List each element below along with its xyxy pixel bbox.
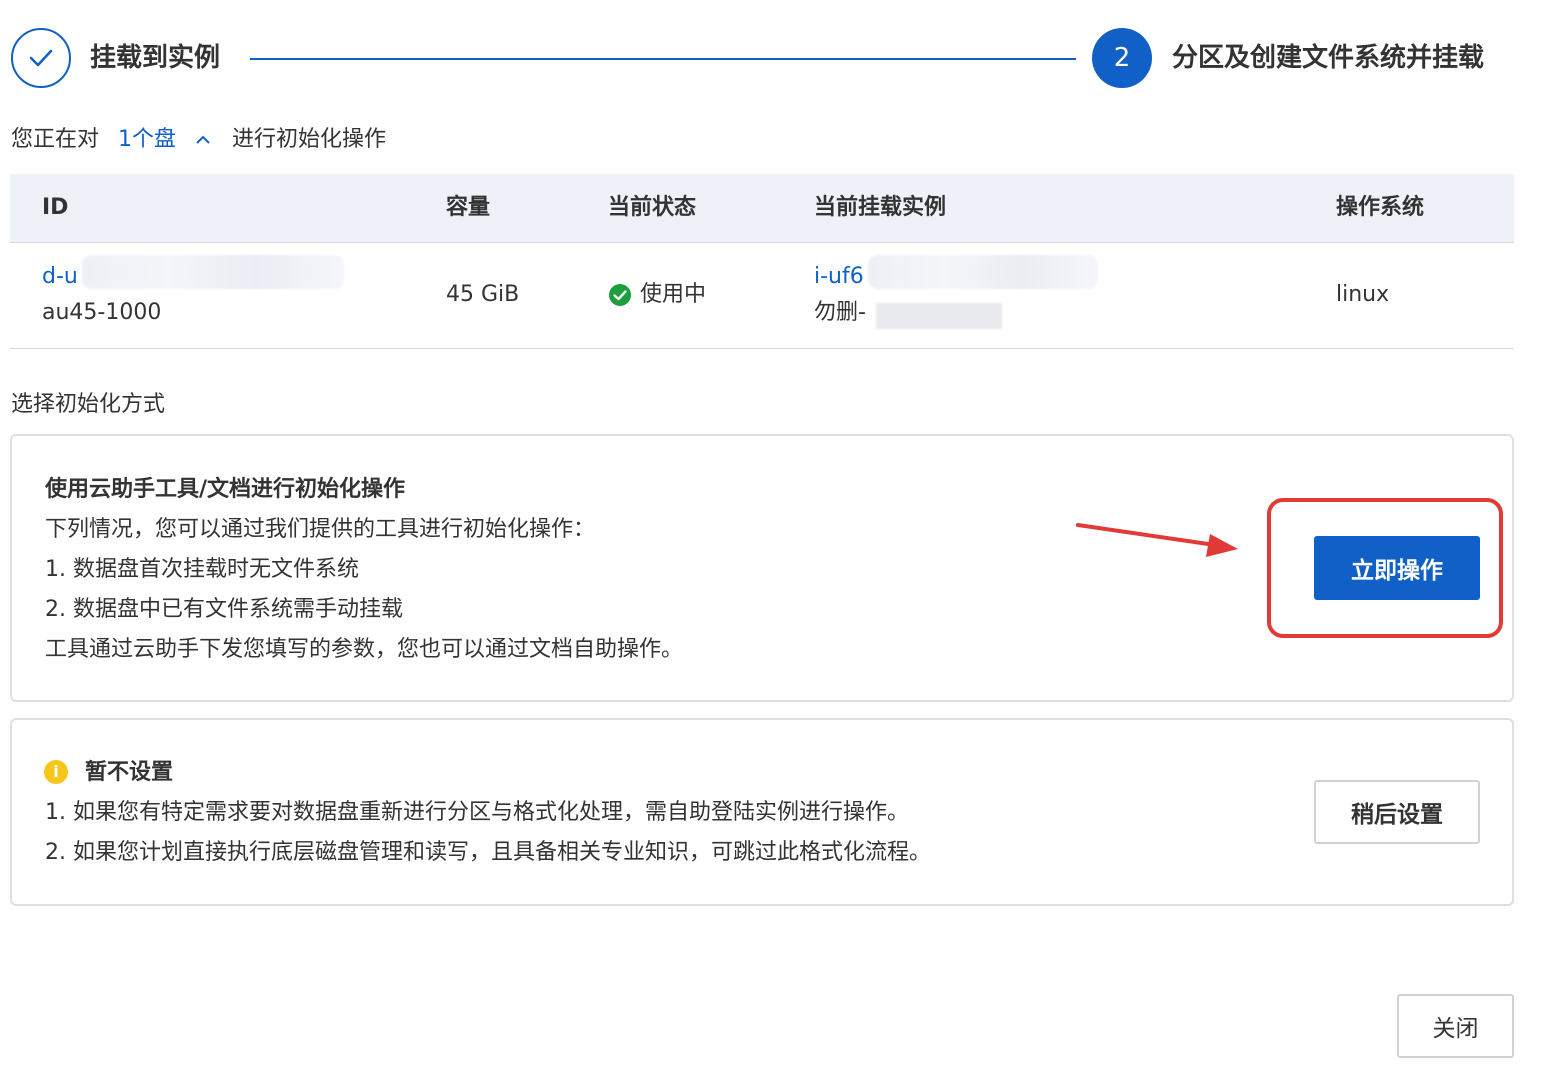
status-label: 使用中	[640, 282, 707, 307]
disk-os: linux	[1336, 282, 1390, 307]
redacted-instance-name	[876, 303, 1002, 329]
summary-suffix: 进行初始化操作	[232, 127, 387, 152]
option-tool-line: 1. 数据盘首次挂载时无文件系统	[45, 557, 359, 582]
success-check-icon	[609, 284, 631, 306]
section-label-init-method: 选择初始化方式	[11, 392, 166, 417]
step-1-completed-indicator	[11, 28, 71, 88]
redacted-id	[82, 255, 344, 289]
col-header-instance: 当前挂载实例	[814, 195, 947, 220]
option-tool-line: 下列情况，您可以通过我们提供的工具进行初始化操作：	[45, 517, 596, 542]
disk-table: ID 容量 当前状态 当前挂载实例 操作系统 d-u au45-1000 45 …	[10, 174, 1514, 349]
init-summary: 您正在对 1个盘 进行初始化操作	[11, 126, 386, 154]
annotation-arrow-icon	[1076, 523, 1238, 557]
step-1-title: 挂载到实例	[90, 43, 221, 73]
col-header-capacity: 容量	[446, 195, 491, 220]
option-tool-line: 工具通过云助手下发您填写的参数，您也可以通过文档自助操作。	[45, 637, 684, 662]
disk-status: 使用中	[608, 280, 706, 310]
annotation-highlight-box	[1267, 498, 1503, 638]
col-header-os: 操作系统	[1336, 195, 1425, 220]
instance-id-link[interactable]: i-uf6	[814, 262, 864, 292]
summary-prefix: 您正在对	[11, 127, 100, 152]
instance-name: 勿删-	[814, 300, 866, 325]
option-tool-line: 2. 数据盘中已有文件系统需手动挂载	[45, 597, 403, 622]
close-button[interactable]: 关闭	[1397, 994, 1514, 1058]
step-2-title: 分区及创建文件系统并挂载	[1172, 43, 1485, 73]
stepper-connector	[250, 58, 1076, 60]
disk-capacity: 45 GiB	[446, 282, 520, 307]
option-skip-title: 暂不设置	[85, 760, 174, 785]
disk-id-link[interactable]: d-u	[42, 262, 78, 292]
chevron-up-icon[interactable]	[194, 135, 212, 145]
set-later-button[interactable]: 稍后设置	[1314, 780, 1480, 844]
table-row: d-u au45-1000 45 GiB 使用中 i-uf6 勿删- linux	[10, 243, 1514, 349]
redacted-instance-id	[868, 255, 1098, 289]
col-header-id: ID	[42, 195, 69, 220]
option-skip-card: 暂不设置 1. 如果您有特定需求要对数据盘重新进行分区与格式化处理，需自助登陆实…	[10, 718, 1514, 906]
check-icon	[29, 49, 53, 67]
option-skip-line: 2. 如果您计划直接执行底层磁盘管理和读写，且具备相关专业知识，可跳过此格式化流…	[45, 840, 931, 865]
disk-id-sub: au45-1000	[42, 300, 162, 325]
option-tool-title: 使用云助手工具/文档进行初始化操作	[45, 477, 406, 502]
table-header: ID 容量 当前状态 当前挂载实例 操作系统	[10, 174, 1514, 243]
option-skip-line: 1. 如果您有特定需求要对数据盘重新进行分区与格式化处理，需自助登陆实例进行操作…	[45, 800, 909, 825]
col-header-status: 当前状态	[608, 195, 697, 220]
info-icon: i	[44, 760, 68, 784]
step-2-active-indicator: 2	[1092, 28, 1152, 88]
disk-count-link[interactable]: 1个盘	[118, 126, 176, 154]
